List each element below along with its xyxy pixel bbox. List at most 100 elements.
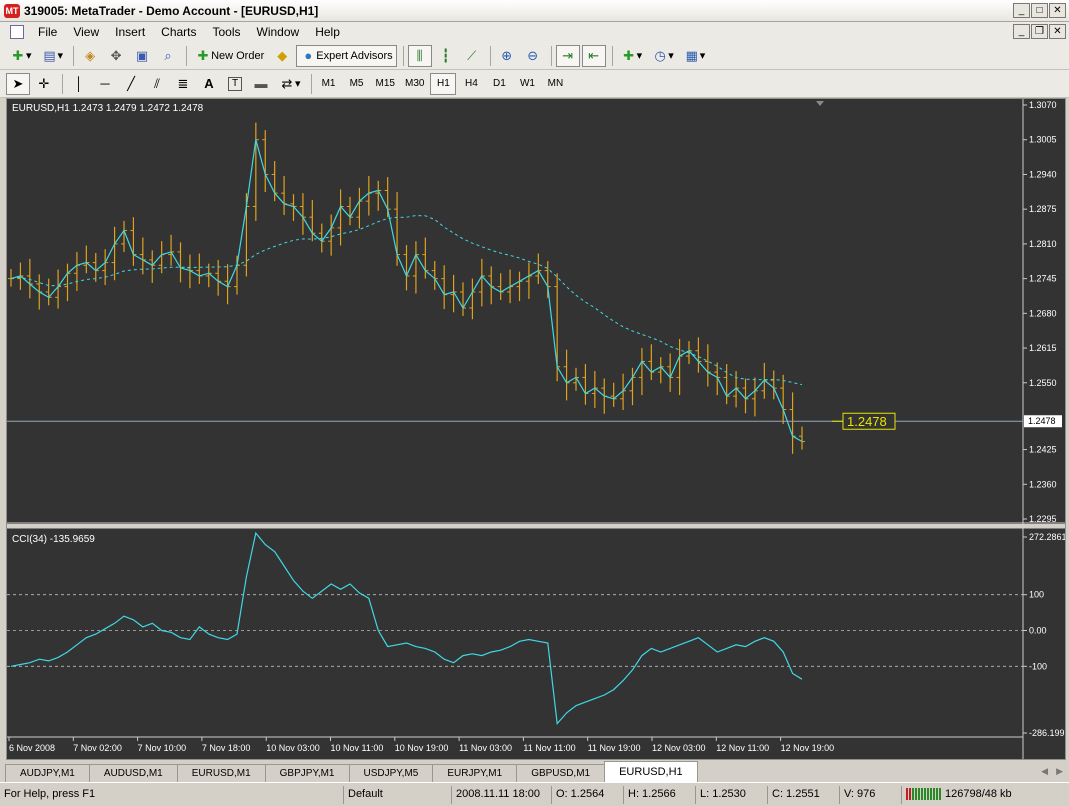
text-button[interactable]: A [197, 73, 221, 95]
timeframe-h1-button[interactable]: H1 [430, 72, 457, 95]
price-tick-label: 1.2360 [1029, 479, 1057, 489]
cci-tick-label: -286.199 [1029, 728, 1065, 738]
toolbar-separator [73, 45, 75, 66]
templates-button[interactable]: ▦ ▾ [680, 45, 710, 67]
mdi-restore-button[interactable]: ❐ [1031, 24, 1048, 39]
price-chart[interactable]: 1.2478 EURUSD,H1 1.2473 1.2479 1.2472 1.… [7, 99, 1067, 759]
time-tick-label: 7 Nov 18:00 [202, 743, 251, 753]
tab-eurjpy-m1[interactable]: EURJPY,M1 [432, 764, 518, 782]
current-price-tag: 1.2478 [1024, 415, 1062, 428]
close-button[interactable]: ✕ [1049, 3, 1066, 18]
tab-eurusd-m1[interactable]: EURUSD,M1 [176, 764, 266, 782]
periods-button[interactable]: ◷ ▾ [648, 45, 678, 67]
timeframe-m30-button[interactable]: M30 [401, 73, 428, 95]
price-tick-label: 1.2745 [1029, 274, 1057, 284]
auto-scroll-button[interactable]: ⇥ [555, 44, 580, 67]
toolbar-separator [62, 73, 63, 94]
chart-shift-icon: ⇤ [588, 47, 600, 63]
candlestick-button[interactable]: ┇ [434, 45, 458, 67]
tab-scroll-right-icon[interactable]: ▶ [1056, 766, 1063, 777]
menu-charts[interactable]: Charts [153, 25, 204, 39]
mdi-close-button[interactable]: ✕ [1049, 24, 1066, 39]
zoom-out-icon: ⊖ [527, 47, 539, 63]
tab-audusd-m1[interactable]: AUDUSD,M1 [88, 764, 178, 782]
navigator-button[interactable]: ✥ [104, 45, 128, 67]
minimize-button[interactable]: _ [1013, 3, 1030, 18]
text-label-button[interactable]: T [223, 73, 247, 95]
indicators-button[interactable]: ✚ ▾ [617, 45, 647, 67]
channel-button[interactable]: ⫽ [145, 73, 169, 95]
cursor-button[interactable]: ➤ [6, 72, 30, 95]
price-tick-label: 1.3070 [1029, 100, 1057, 110]
trendline-button[interactable]: ╱ [119, 73, 143, 95]
tab-gbpjpy-m1[interactable]: GBPJPY,M1 [264, 764, 350, 782]
horizontal-line-icon: ─ [100, 75, 110, 91]
time-tick-label: 12 Nov 11:00 [716, 743, 769, 753]
zoom-in-button[interactable]: ⊕ [495, 45, 519, 67]
cci-info-label: CCI(34) -135.9659 [12, 534, 95, 545]
time-tick-label: 12 Nov 19:00 [781, 743, 835, 753]
cursor-icon: ➤ [12, 75, 24, 91]
menu-insert[interactable]: Insert [107, 25, 153, 39]
chart-tabs-bar: AUDJPY,M1 AUDUSD,M1 EURUSD,M1 GBPJPY,M1 … [0, 760, 1069, 782]
menu-help[interactable]: Help [307, 25, 348, 39]
rectangle-button[interactable]: ▬ [249, 73, 273, 95]
chart-document-icon[interactable] [10, 25, 24, 39]
menu-file[interactable]: File [30, 25, 65, 39]
timeframe-w1-button[interactable]: W1 [514, 73, 540, 95]
line-studies-toolbar: ➤ ✛ │ ─ ╱ ⫽ ≣ A T ▬ ⇄ ▾ M1 M5 M15 M30 H1 … [0, 70, 1069, 98]
chart-shift-button[interactable]: ⇤ [581, 44, 606, 67]
title-bar: MT 319005: MetaTrader - Demo Account - [… [0, 0, 1069, 22]
chart-window[interactable]: 1.2478 EURUSD,H1 1.2473 1.2479 1.2472 1.… [6, 98, 1067, 760]
menu-tools[interactable]: Tools [205, 25, 249, 39]
price-tick-label: 1.2875 [1029, 204, 1057, 214]
tab-usdjpy-m5[interactable]: USDJPY,M5 [348, 764, 434, 782]
line-chart-button[interactable]: ⟋ [460, 45, 484, 67]
timeframe-m15-button[interactable]: M15 [372, 73, 399, 95]
timeframe-h4-button[interactable]: H4 [458, 73, 484, 95]
status-high: H: 1.2566 [623, 785, 695, 804]
terminal-icon: ▣ [135, 47, 149, 63]
maximize-button[interactable]: □ [1031, 3, 1048, 18]
market-watch-icon: ◈ [85, 47, 96, 63]
tab-eurusd-h1[interactable]: EURUSD,H1 [604, 761, 698, 782]
new-chart-button[interactable]: ✚ ▾ [6, 45, 36, 67]
vertical-line-button[interactable]: │ [67, 73, 91, 95]
window-title: 319005: MetaTrader - Demo Account - [EUR… [24, 3, 319, 18]
market-watch-button[interactable]: ◈ [78, 45, 102, 67]
crosshair-button[interactable]: ✛ [32, 73, 56, 95]
tab-scroll-controls: ◀ ▶ [1041, 766, 1063, 777]
mdi-minimize-button[interactable]: _ [1013, 24, 1030, 39]
menu-window[interactable]: Window [249, 25, 308, 39]
tab-gbpusd-m1[interactable]: GBPUSD,M1 [516, 764, 606, 782]
fibonacci-button[interactable]: ≣ [171, 73, 195, 95]
tab-audjpy-m1[interactable]: AUDJPY,M1 [5, 764, 90, 782]
expert-advisors-button[interactable]: ● Expert Advisors [296, 44, 397, 67]
line-chart-icon: ⟋ [467, 47, 477, 63]
tester-button[interactable]: ⌕ [156, 45, 180, 67]
timeframe-d1-button[interactable]: D1 [486, 73, 512, 95]
text-label-icon: T [228, 76, 242, 91]
status-datetime: 2008.11.11 18:00 [451, 785, 551, 804]
horizontal-line-button[interactable]: ─ [93, 73, 117, 95]
toolbar-separator [489, 45, 491, 66]
tab-scroll-left-icon[interactable]: ◀ [1041, 766, 1048, 777]
trendline-icon: ╱ [127, 75, 135, 91]
rectangle-icon: ▬ [254, 75, 268, 91]
timeframe-mn-button[interactable]: MN [542, 73, 568, 95]
timeframe-m1-button[interactable]: M1 [316, 73, 342, 95]
templates-icon: ▦ [685, 47, 698, 63]
status-connection[interactable]: 126798/48 kb [901, 785, 1051, 804]
menu-view[interactable]: View [65, 25, 107, 39]
terminal-button[interactable]: ▣ [130, 45, 154, 67]
meta-editor-button[interactable]: ◆ [270, 45, 294, 67]
new-order-button[interactable]: ✚ New Order [191, 45, 268, 67]
price-tick-label: 1.2425 [1029, 445, 1057, 455]
zoom-out-button[interactable]: ⊖ [521, 45, 545, 67]
time-tick-label: 11 Nov 03:00 [459, 743, 512, 753]
bar-chart-button[interactable]: ⫼ [407, 44, 432, 67]
indicators-icon: ✚ [623, 47, 635, 63]
profiles-button[interactable]: ▤ ▾ [38, 45, 68, 67]
timeframe-m5-button[interactable]: M5 [344, 73, 370, 95]
arrows-button[interactable]: ⇄ ▾ [275, 73, 305, 95]
